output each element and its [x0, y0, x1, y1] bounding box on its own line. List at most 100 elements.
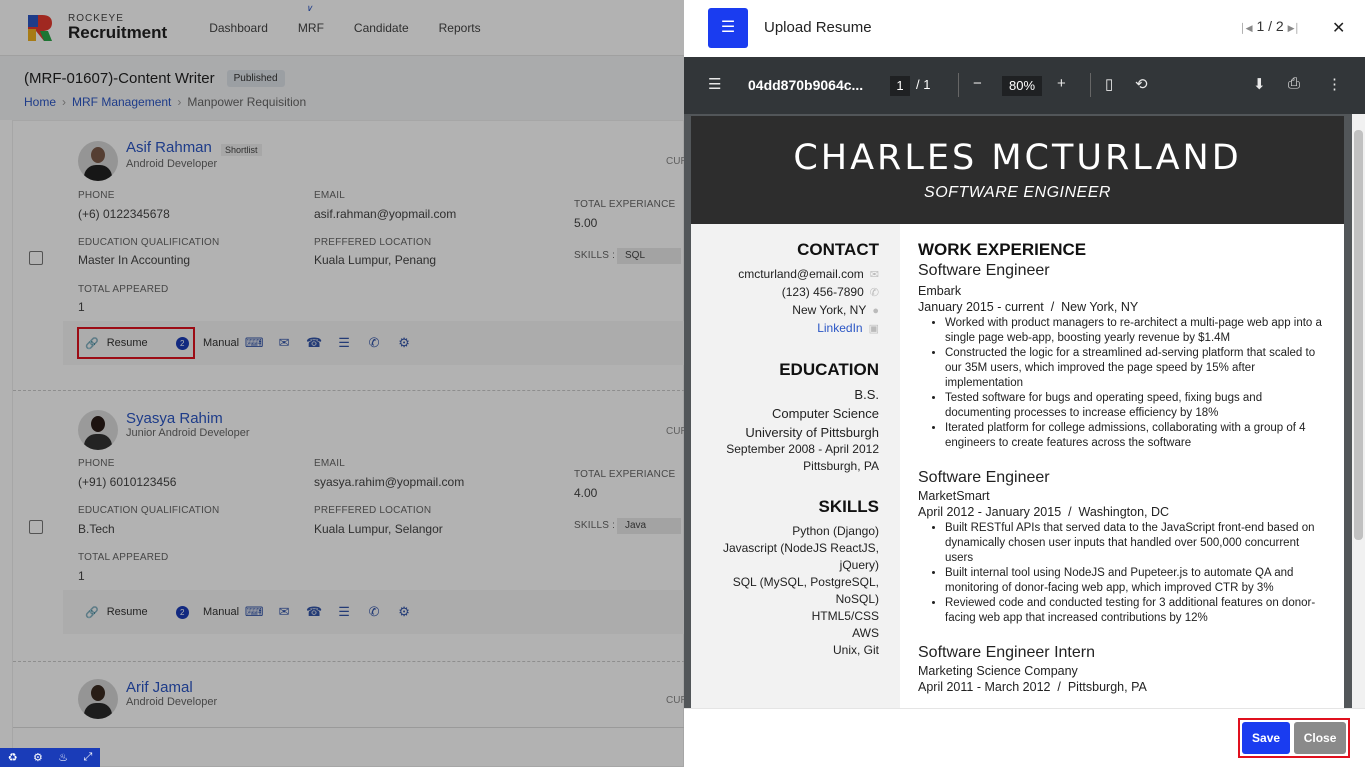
- contact-location: New York, NY ●: [691, 302, 879, 320]
- phone-label: PHONE: [78, 458, 115, 469]
- resume-left-column: CONTACT cmcturland@email.com ✉ (123) 456-…: [691, 224, 900, 708]
- group-icon[interactable]: ⚙: [389, 335, 419, 351]
- resume-right-column: WORK EXPERIENCE Software Engineer Embark…: [918, 224, 1328, 694]
- settings-icon[interactable]: ⚙: [33, 751, 43, 764]
- current-label: CUR: [666, 695, 684, 706]
- appeared-label: TOTAL APPEARED: [78, 284, 169, 295]
- candidate-name[interactable]: Arif Jamal: [126, 679, 193, 696]
- resume-button[interactable]: 🔗 Resume 2: [77, 327, 195, 359]
- linkedin-link[interactable]: LinkedIn: [817, 321, 862, 335]
- close-button[interactable]: Close: [1294, 722, 1346, 754]
- phone-icon[interactable]: ✆: [359, 604, 389, 620]
- resume-pager: │◀ 1 / 2 ▶│: [1240, 18, 1300, 34]
- job-dates: April 2012 - January 2015 / Washington, …: [918, 505, 1170, 519]
- print-icon[interactable]: ⎙: [1288, 75, 1300, 92]
- last-page-icon[interactable]: ▶│: [1288, 23, 1301, 33]
- top-navbar: ROCKEYE Recruitment Dashboard ∨ MRF Candi…: [0, 0, 684, 56]
- accessibility-icon[interactable]: ♻: [8, 751, 18, 764]
- save-button[interactable]: Save: [1242, 722, 1291, 754]
- footer-button-group: Save Close: [1238, 718, 1350, 758]
- resume-button[interactable]: 🔗 Resume 2: [79, 598, 193, 626]
- candidate-name[interactable]: Asif Rahman: [126, 139, 212, 156]
- mail-icon[interactable]: ✉: [269, 335, 299, 351]
- pager-text: 1 / 2: [1256, 18, 1284, 34]
- keyboard-icon[interactable]: ⌨: [239, 604, 269, 620]
- contact-location-text: New York, NY: [792, 303, 867, 317]
- education-value: Master In Accounting: [78, 253, 191, 267]
- work-heading: WORK EXPERIENCE: [918, 240, 1087, 259]
- breadcrumb-mrf-management[interactable]: MRF Management: [72, 95, 171, 109]
- whatsapp-icon[interactable]: ☎: [299, 604, 329, 620]
- skill-item: jQuery): [839, 558, 879, 572]
- toolbar-divider: [958, 73, 959, 97]
- location-label: PREFFERED LOCATION: [314, 505, 432, 516]
- bottom-dock: ♻ ⚙ ♨ ⤢: [0, 748, 100, 767]
- sidebar-toggle-icon[interactable]: ☰: [708, 75, 721, 93]
- job-company: MarketSmart: [918, 489, 990, 503]
- resume-title: SOFTWARE ENGINEER: [924, 184, 1111, 201]
- skills-label: SKILLS :: [574, 520, 616, 531]
- contact-linkedin: LinkedIn ▣: [691, 320, 879, 338]
- job-bullet: Reviewed code and conducted testing for …: [945, 596, 1328, 626]
- education-label: EDUCATION QUALIFICATION: [78, 237, 220, 248]
- candidate-list: Asif Rahman Shortlist Android Developer …: [12, 120, 684, 767]
- nav-mrf[interactable]: ∨ MRF: [298, 3, 324, 35]
- skills-heading: SKILLS: [818, 497, 879, 516]
- skill-item: NoSQL): [835, 592, 879, 606]
- page-number-input[interactable]: 1: [890, 76, 910, 96]
- nav-candidate[interactable]: Candidate: [354, 21, 409, 35]
- resume-button-label: Resume: [106, 337, 148, 349]
- page-header: (MRF-01607)-Content Writer Published Hom…: [0, 56, 684, 120]
- zoom-out-icon[interactable]: −: [973, 75, 982, 92]
- appeared-value: 1: [78, 300, 85, 314]
- job-bullet: Iterated platform for college admissions…: [945, 421, 1328, 451]
- expand-icon[interactable]: ⤢: [83, 751, 92, 764]
- toolbar-divider: [1090, 73, 1091, 97]
- first-page-icon[interactable]: │◀: [1240, 23, 1253, 33]
- skill-pill: SQL: [617, 248, 681, 264]
- job-bullet: Built internal tool using NodeJS and Pup…: [945, 566, 1328, 596]
- scrollbar-thumb[interactable]: [1354, 130, 1363, 540]
- zoom-in-icon[interactable]: +: [1057, 75, 1066, 92]
- keyboard-icon[interactable]: ⌨: [239, 335, 269, 351]
- phone-icon: ✆: [869, 287, 879, 299]
- rotate-icon[interactable]: ⟲: [1135, 75, 1148, 93]
- candidate-checkbox[interactable]: [29, 520, 43, 534]
- candidate-checkbox[interactable]: [29, 251, 43, 265]
- linkedin-icon: ▣: [868, 323, 879, 335]
- pdf-viewer[interactable]: CHARLES MCTURLAND SOFTWARE ENGINEER CONT…: [684, 114, 1365, 708]
- email-label: EMAIL: [314, 190, 346, 201]
- nav-dashboard[interactable]: Dashboard: [209, 21, 268, 35]
- fit-page-icon[interactable]: ▯: [1105, 75, 1113, 93]
- breadcrumb-separator-icon: ›: [177, 95, 182, 109]
- zoom-level[interactable]: 80%: [1002, 76, 1042, 96]
- phone-icon[interactable]: ✆: [359, 335, 389, 351]
- logo[interactable]: ROCKEYE Recruitment: [24, 11, 167, 45]
- menu-icon[interactable]: ☰: [708, 8, 748, 48]
- skills-label: SKILLS :: [574, 250, 616, 261]
- manual-label: Manual: [203, 606, 240, 618]
- education-value: B.Tech: [78, 522, 115, 536]
- breadcrumb-separator-icon: ›: [62, 95, 67, 109]
- list-icon[interactable]: ☰: [329, 604, 359, 620]
- nav-reports[interactable]: Reports: [439, 21, 481, 35]
- close-icon[interactable]: ✕: [1332, 18, 1345, 38]
- contact-phone: (123) 456-7890 ✆: [691, 284, 879, 302]
- fire-icon[interactable]: ♨: [58, 751, 68, 764]
- resume-count-badge: 2: [175, 336, 189, 350]
- list-icon[interactable]: ☰: [329, 335, 359, 351]
- whatsapp-icon[interactable]: ☎: [299, 335, 329, 351]
- group-icon[interactable]: ⚙: [389, 604, 419, 620]
- job-dates: January 2015 - current / New York, NY: [918, 300, 1139, 314]
- more-options-icon[interactable]: ⋮: [1327, 75, 1342, 93]
- candidate-name[interactable]: Syasya Rahim: [126, 410, 223, 427]
- pdf-scrollbar[interactable]: [1352, 114, 1365, 708]
- job-title: Software Engineer Intern: [918, 644, 1095, 661]
- edu-major: Computer Science: [772, 406, 879, 421]
- download-icon[interactable]: ⬇: [1253, 75, 1266, 93]
- education-label: EDUCATION QUALIFICATION: [78, 505, 220, 516]
- main-nav: Dashboard ∨ MRF Candidate Reports: [209, 3, 510, 35]
- experience-value: 5.00: [574, 216, 598, 230]
- breadcrumb-home[interactable]: Home: [24, 95, 56, 109]
- mail-icon[interactable]: ✉: [269, 604, 299, 620]
